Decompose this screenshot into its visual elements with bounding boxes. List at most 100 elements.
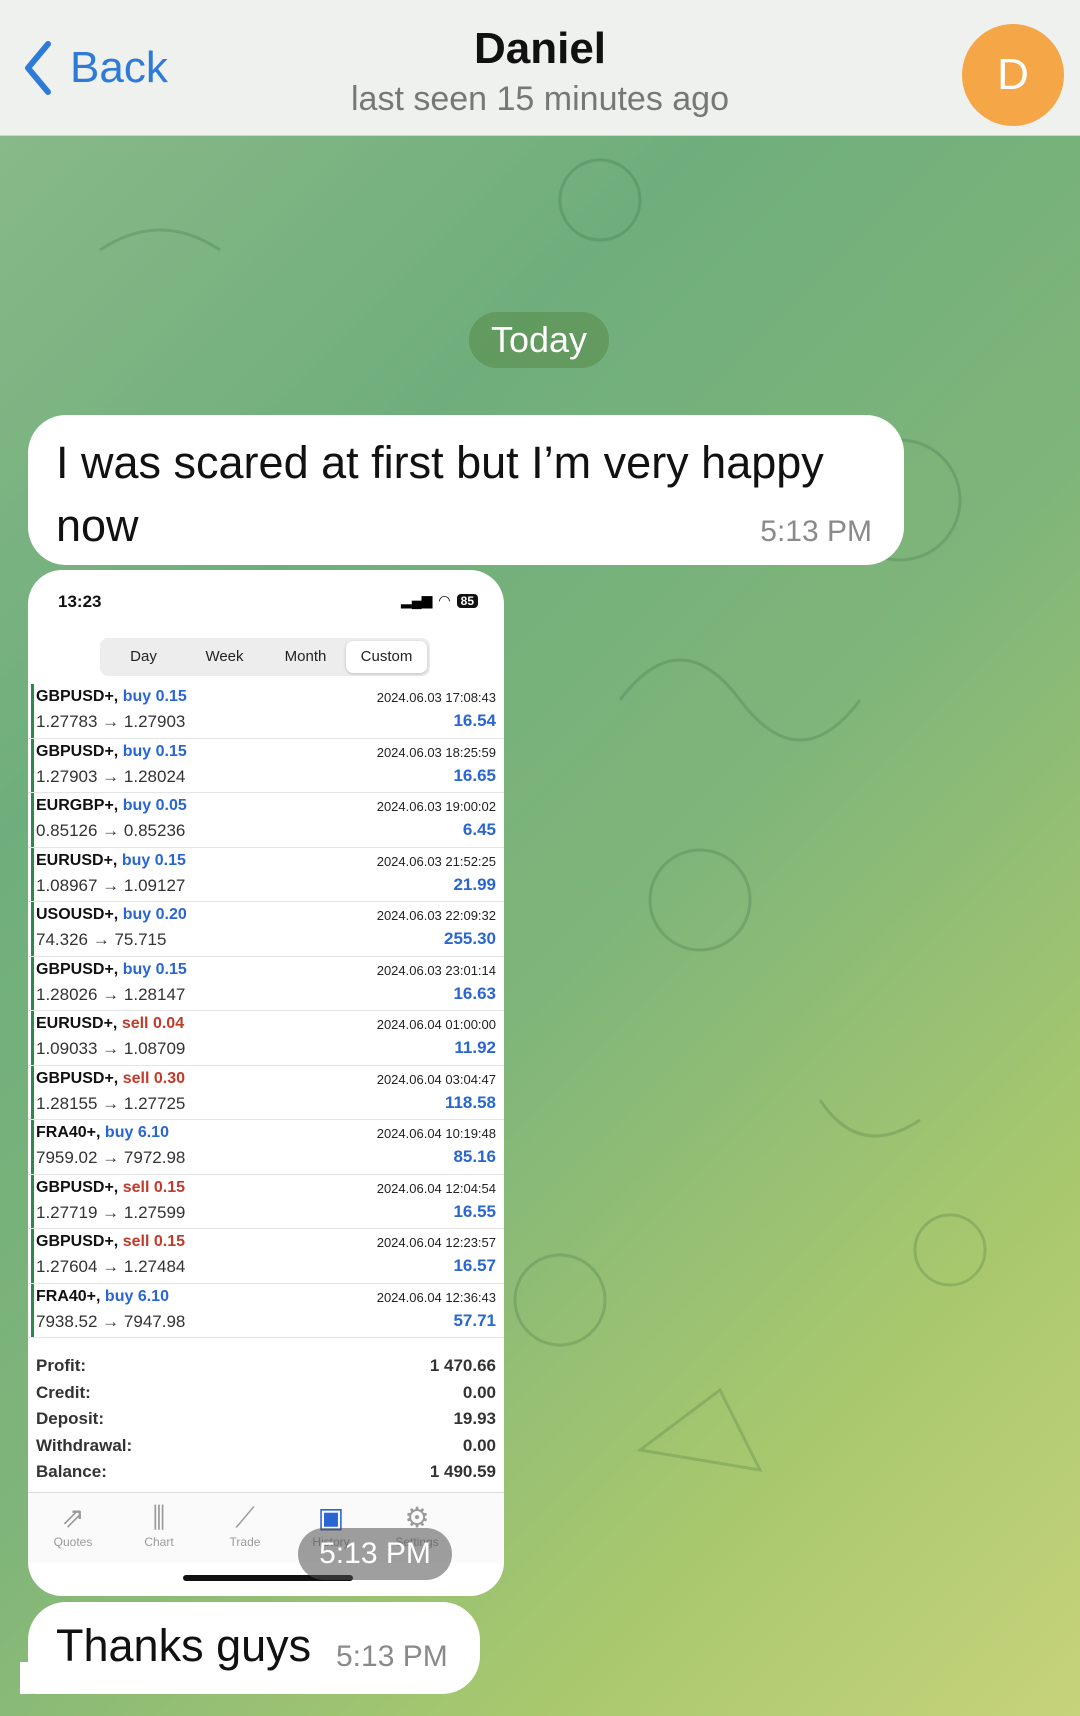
tab-trade[interactable]: ⟋ Trade	[200, 1501, 290, 1549]
row-accent	[31, 1229, 34, 1283]
battery-icon: 85	[456, 593, 478, 608]
trade-datetime: 2024.06.03 21:52:25	[376, 853, 496, 869]
trade-prices: 1.27604 → 1.27484	[36, 1257, 186, 1276]
trade-symbol: GBPUSD+, sell 0.15	[36, 1233, 185, 1250]
trade-prices: 1.28026 → 1.28147	[36, 984, 186, 1004]
trade-profit: 6.45	[462, 820, 496, 839]
period-month[interactable]: Month	[265, 641, 346, 673]
trade-row[interactable]: USOUSD+, buy 0.20 74.326 → 75.715 2024.06.…	[28, 902, 504, 957]
summary-row: Profit: 1 470.66	[28, 1356, 504, 1383]
trade-prices: 1.27783 → 1.27903	[36, 712, 186, 731]
message-time: 5:13 PM	[336, 1640, 448, 1673]
trade-row[interactable]: GBPUSD+, sell 0.15 1.27604 → 1.27484 2024.…	[28, 1229, 504, 1284]
summary-value: 0.00	[462, 1382, 496, 1402]
trade-row[interactable]: GBPUSD+, buy 0.15 1.27903 → 1.28024 2024.0…	[28, 738, 504, 793]
period-day[interactable]: Day	[103, 641, 184, 673]
trade-row[interactable]: EURUSD+, sell 0.04 1.09033 → 1.08709 2024.…	[28, 1011, 504, 1066]
trade-symbol: GBPUSD+, buy 0.15	[36, 688, 187, 705]
contact-info[interactable]: Daniel last seen 15 minutes ago	[0, 24, 1080, 119]
trade-datetime: 2024.06.04 12:23:57	[376, 1235, 496, 1250]
trade-datetime: 2024.06.03 17:08:43	[376, 690, 496, 705]
trade-datetime: 2024.06.04 01:00:00	[376, 1017, 496, 1032]
trade-side: buy 0.15	[121, 851, 186, 869]
trade-prices: 1.27903 → 1.28024	[36, 766, 186, 786]
last-seen-status: last seen 15 minutes ago	[350, 80, 730, 118]
trade-side: buy 6.10	[104, 1124, 169, 1141]
tab-quotes[interactable]: ⇗ Quotes	[28, 1501, 118, 1549]
tab-label: Chart	[144, 1535, 174, 1549]
row-accent	[31, 684, 34, 738]
trade-side: buy 0.05	[122, 797, 187, 814]
row-accent	[31, 1065, 34, 1119]
tab-chart[interactable]: ⫼ Chart	[114, 1501, 204, 1549]
trade-row[interactable]: FRA40+, buy 6.10 7959.02 → 7972.98 2024.06…	[28, 1120, 504, 1175]
account-summary: Profit: 1 470.66 Credit: 0.00 Deposit: 19.93 W…	[28, 1356, 504, 1489]
trade-prices: 1.08967 → 1.09127	[36, 875, 186, 895]
trade-prices: 1.09033 → 1.08709	[36, 1039, 186, 1058]
trade-prices: 7938.52 → 7947.98	[36, 1311, 186, 1331]
trade-profit: 85.16	[453, 1147, 496, 1166]
trade-datetime: 2024.06.04 03:04:47	[376, 1071, 496, 1087]
row-accent	[31, 1283, 34, 1337]
trade-row[interactable]: EURGBP+, buy 0.05 0.85126 → 0.85236 2024.0…	[28, 793, 504, 848]
trade-profit: 11.92	[454, 1038, 496, 1057]
trade-profit: 16.65	[453, 765, 496, 785]
trade-symbol: GBPUSD+, sell 0.15	[36, 1178, 185, 1196]
period-custom[interactable]: Custom	[346, 641, 427, 673]
trade-profit: 16.63	[453, 983, 496, 1003]
trade-symbol: USOUSD+, buy 0.20	[36, 906, 187, 923]
phone-clock: 13:23	[58, 592, 102, 611]
trade-row[interactable]: GBPUSD+, buy 0.15 1.27783 → 1.27903 2024.0…	[28, 684, 504, 739]
row-accent	[31, 956, 34, 1010]
trade-symbol: GBPUSD+, buy 0.15	[36, 742, 187, 760]
summary-value: 0.00	[462, 1435, 496, 1455]
trade-side: sell 0.15	[122, 1178, 185, 1196]
trade-profit: 118.58	[444, 1092, 496, 1112]
trade-side: buy 0.15	[122, 688, 187, 705]
trade-datetime: 2024.06.03 23:01:14	[376, 962, 496, 978]
contact-name: Daniel	[473, 24, 607, 73]
trade-datetime: 2024.06.03 19:00:02	[376, 799, 496, 814]
message-text: Thanks guys	[56, 1620, 312, 1671]
trade-profit: 255.30	[444, 929, 496, 948]
tab-label: Quotes	[53, 1535, 93, 1549]
trade-icon: ⟋	[235, 1502, 255, 1533]
period-week[interactable]: Week	[184, 641, 265, 673]
avatar[interactable]: D	[962, 24, 1064, 126]
image-message[interactable]: 13:23 ▂▄▆ ◠ 85 Day Week Month Custom GBP…	[28, 570, 504, 1596]
trade-row[interactable]: FRA40+, buy 6.10 7938.52 → 7947.98 2024.06…	[28, 1283, 504, 1338]
trade-side: buy 6.10	[104, 1287, 169, 1305]
row-accent	[31, 1174, 34, 1228]
trade-profit: 57.71	[453, 1310, 496, 1330]
trade-symbol: GBPUSD+, sell 0.30	[36, 1069, 185, 1087]
summary-label: Balance:	[36, 1462, 107, 1481]
message-bubble[interactable]: Thanks guys 5:13 PM	[28, 1602, 480, 1694]
message-bubble[interactable]: I was scared at first but I’m very happy…	[28, 415, 904, 565]
row-accent	[31, 738, 34, 792]
trade-row[interactable]: GBPUSD+, sell 0.30 1.28155 → 1.27725 2024.…	[28, 1065, 504, 1120]
trade-side: sell 0.30	[122, 1069, 185, 1087]
trade-symbol: EURUSD+, buy 0.15	[36, 851, 186, 869]
trade-side: sell 0.04	[121, 1015, 185, 1032]
trade-row[interactable]: GBPUSD+, buy 0.15 1.28026 → 1.28147 2024.0…	[28, 956, 504, 1011]
summary-row: Deposit: 19.93	[28, 1409, 504, 1436]
trade-side: buy 0.15	[122, 960, 187, 978]
message-text: I was scared at first but I’m very happy…	[56, 437, 824, 551]
summary-row: Withdrawal: 0.00	[28, 1436, 504, 1463]
row-accent	[31, 847, 34, 901]
trade-datetime: 2024.06.04 10:19:48	[376, 1126, 496, 1141]
trade-profit: 16.55	[453, 1201, 496, 1221]
trade-side: buy 0.20	[122, 906, 187, 923]
trade-prices: 74.326 → 75.715	[36, 930, 167, 949]
trade-profit: 16.54	[453, 711, 496, 730]
summary-row: Balance: 1 490.59	[28, 1462, 504, 1489]
trade-row[interactable]: EURUSD+, buy 0.15 1.08967 → 1.09127 2024.0…	[28, 847, 504, 902]
trade-row[interactable]: GBPUSD+, sell 0.15 1.27719 → 1.27599 2024.…	[28, 1174, 504, 1229]
summary-label: Deposit:	[36, 1409, 104, 1428]
row-accent	[31, 1120, 34, 1174]
trade-history-list: GBPUSD+, buy 0.15 1.27783 → 1.27903 2024.0…	[28, 684, 504, 1338]
trade-side: sell 0.15	[122, 1233, 185, 1250]
trade-datetime: 2024.06.04 12:36:43	[376, 1289, 496, 1305]
trade-prices: 7959.02 → 7972.98	[36, 1148, 186, 1167]
summary-label: Profit:	[36, 1356, 87, 1375]
